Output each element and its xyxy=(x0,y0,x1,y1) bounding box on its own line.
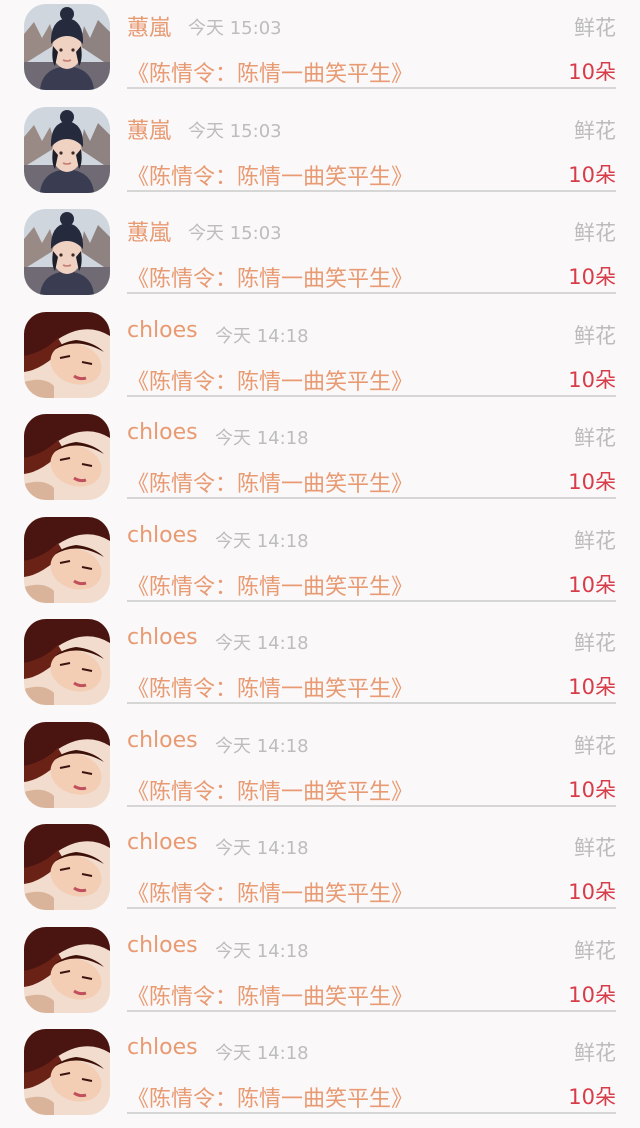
list-item[interactable]: chloes 今天 14:18 鲜花 《陈情令：陈情一曲笑平生》 10朵 xyxy=(0,923,640,1026)
avatar[interactable] xyxy=(24,414,110,500)
gift-type: 鲜花 xyxy=(574,118,616,143)
work-title[interactable]: 《陈情令：陈情一曲笑平生》 xyxy=(127,466,413,498)
gift-record-list: 蕙嵐 今天 15:03 鲜花 《陈情令：陈情一曲笑平生》 10朵 蕙嵐 今天 1… xyxy=(0,0,640,1116)
sender-name[interactable]: chloes xyxy=(127,830,198,855)
list-item[interactable]: chloes 今天 14:18 鲜花 《陈情令：陈情一曲笑平生》 10朵 xyxy=(0,308,640,411)
avatar[interactable] xyxy=(24,1029,110,1115)
avatar[interactable] xyxy=(24,516,110,603)
divider xyxy=(127,1112,616,1114)
divider xyxy=(127,907,616,909)
gift-type: 鲜花 xyxy=(574,16,616,40)
work-title[interactable]: 《陈情令：陈情一曲笑平生》 xyxy=(127,159,413,191)
sender-name[interactable]: chloes xyxy=(127,625,198,650)
sender-name[interactable]: chloes xyxy=(127,523,198,548)
gift-type: 鲜花 xyxy=(574,836,616,860)
sender-name[interactable]: 蕙嵐 xyxy=(127,215,171,247)
work-title[interactable]: 《陈情令：陈情一曲笑平生》 xyxy=(127,569,413,601)
gift-type: 鲜花 xyxy=(574,733,616,758)
timestamp: 今天 15:03 xyxy=(188,120,282,142)
gift-count: 10朵 xyxy=(568,777,616,802)
timestamp: 今天 14:18 xyxy=(215,530,309,552)
avatar[interactable] xyxy=(24,721,110,808)
sender-name[interactable]: 蕙嵐 xyxy=(127,113,171,145)
sender-name[interactable]: chloes xyxy=(127,420,198,445)
divider xyxy=(127,394,616,397)
divider xyxy=(127,702,616,704)
gift-count: 10朵 xyxy=(568,265,616,289)
gift-count: 10朵 xyxy=(568,880,616,904)
list-item[interactable]: 蕙嵐 今天 15:03 鲜花 《陈情令：陈情一曲笑平生》 10朵 xyxy=(0,205,640,308)
gift-type: 鲜花 xyxy=(574,221,616,245)
work-title[interactable]: 《陈情令：陈情一曲笑平生》 xyxy=(127,261,413,293)
gift-count: 10朵 xyxy=(568,367,616,392)
avatar[interactable] xyxy=(24,106,110,193)
timestamp: 今天 15:03 xyxy=(188,223,282,244)
timestamp: 今天 14:18 xyxy=(215,428,309,449)
sender-name[interactable]: chloes xyxy=(127,318,198,343)
gift-count: 10朵 xyxy=(568,1085,616,1109)
list-item[interactable]: 蕙嵐 今天 15:03 鲜花 《陈情令：陈情一曲笑平生》 10朵 xyxy=(0,0,640,103)
divider xyxy=(127,189,616,192)
avatar[interactable] xyxy=(24,824,110,910)
list-item[interactable]: chloes 今天 14:18 鲜花 《陈情令：陈情一曲笑平生》 10朵 xyxy=(0,820,640,923)
divider xyxy=(127,599,616,602)
timestamp: 今天 14:18 xyxy=(215,940,309,962)
gift-type: 鲜花 xyxy=(574,631,616,655)
avatar[interactable] xyxy=(24,209,110,295)
avatar[interactable] xyxy=(24,619,110,705)
work-title[interactable]: 《陈情令：陈情一曲笑平生》 xyxy=(127,774,413,806)
sender-name[interactable]: chloes xyxy=(127,933,198,958)
sender-name[interactable]: 蕙嵐 xyxy=(127,10,171,42)
work-title[interactable]: 《陈情令：陈情一曲笑平生》 xyxy=(127,979,413,1011)
timestamp: 今天 15:03 xyxy=(188,18,282,39)
list-item[interactable]: chloes 今天 14:18 鲜花 《陈情令：陈情一曲笑平生》 10朵 xyxy=(0,718,640,821)
gift-count: 10朵 xyxy=(568,675,616,699)
work-title[interactable]: 《陈情令：陈情一曲笑平生》 xyxy=(127,56,413,88)
work-title[interactable]: 《陈情令：陈情一曲笑平生》 xyxy=(127,1081,413,1113)
avatar[interactable] xyxy=(24,4,110,90)
work-title[interactable]: 《陈情令：陈情一曲笑平生》 xyxy=(127,876,413,908)
timestamp: 今天 14:18 xyxy=(215,325,309,347)
timestamp: 今天 14:18 xyxy=(215,633,309,654)
timestamp: 今天 14:18 xyxy=(215,735,309,757)
divider xyxy=(127,292,616,294)
divider xyxy=(127,87,616,89)
timestamp: 今天 14:18 xyxy=(215,838,309,859)
work-title[interactable]: 《陈情令：陈情一曲笑平生》 xyxy=(127,364,413,396)
divider xyxy=(127,497,616,499)
gift-type: 鲜花 xyxy=(574,1041,616,1065)
list-item[interactable]: chloes 今天 14:18 鲜花 《陈情令：陈情一曲笑平生》 10朵 xyxy=(0,615,640,718)
avatar[interactable] xyxy=(24,311,110,398)
timestamp: 今天 14:18 xyxy=(215,1043,309,1064)
work-title[interactable]: 《陈情令：陈情一曲笑平生》 xyxy=(127,671,413,703)
list-item[interactable]: chloes 今天 14:18 鲜花 《陈情令：陈情一曲笑平生》 10朵 xyxy=(0,513,640,616)
list-item[interactable]: 蕙嵐 今天 15:03 鲜花 《陈情令：陈情一曲笑平生》 10朵 xyxy=(0,103,640,206)
divider xyxy=(127,804,616,807)
gift-type: 鲜花 xyxy=(574,938,616,963)
gift-type: 鲜花 xyxy=(574,528,616,553)
sender-name[interactable]: chloes xyxy=(127,728,198,753)
gift-count: 10朵 xyxy=(568,162,616,187)
gift-count: 10朵 xyxy=(568,982,616,1007)
list-item[interactable]: chloes 今天 14:18 鲜花 《陈情令：陈情一曲笑平生》 10朵 xyxy=(0,1025,640,1128)
gift-count: 10朵 xyxy=(568,60,616,84)
gift-count: 10朵 xyxy=(568,572,616,597)
avatar[interactable] xyxy=(24,926,110,1013)
gift-type: 鲜花 xyxy=(574,323,616,348)
gift-count: 10朵 xyxy=(568,470,616,494)
list-item[interactable]: chloes 今天 14:18 鲜花 《陈情令：陈情一曲笑平生》 10朵 xyxy=(0,410,640,513)
gift-type: 鲜花 xyxy=(574,426,616,450)
sender-name[interactable]: chloes xyxy=(127,1035,198,1060)
divider xyxy=(127,1009,616,1012)
